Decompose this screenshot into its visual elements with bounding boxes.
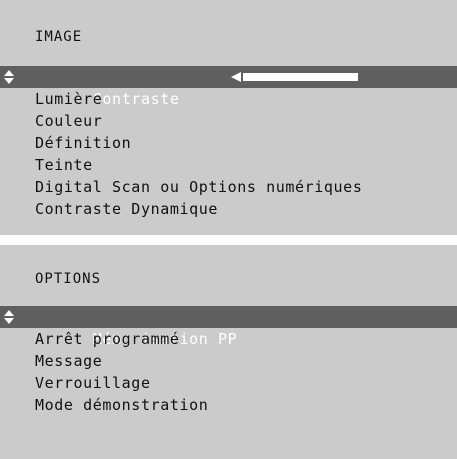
menu-item-label: Définition	[35, 134, 132, 152]
menu-item-definition[interactable]: Définition	[0, 132, 457, 154]
up-down-arrow-icon	[4, 310, 14, 324]
menu-item-lumiere[interactable]: Lumière	[0, 88, 457, 110]
menu-item-label: Mode démonstration	[35, 396, 209, 414]
menu-item-contraste[interactable]: Contraste	[0, 66, 457, 108]
slider-track[interactable]	[243, 73, 358, 81]
menu-item-mode-demonstration[interactable]: Mode démonstration	[0, 394, 457, 416]
slider-fill	[243, 73, 358, 81]
menu-item-label: Arrêt programmé	[35, 330, 180, 348]
menu-item-label: Verrouillage	[35, 374, 151, 392]
up-down-arrow-icon	[4, 70, 14, 84]
menu-item-verrouillage[interactable]: Verrouillage	[0, 372, 457, 394]
image-menu-title: IMAGE	[35, 29, 83, 45]
menu-item-digital-scan[interactable]: Digital Scan ou Options numériques	[0, 176, 457, 198]
menu-item-label: Teinte	[35, 156, 93, 174]
image-menu-panel: IMAGE Contraste Lumière Couleur Définiti…	[0, 0, 457, 235]
menu-item-label: Message	[35, 352, 103, 370]
menu-item-teinte[interactable]: Teinte	[0, 154, 457, 176]
image-menu-list: Contraste Lumière Couleur Définition Tei…	[0, 66, 457, 220]
contrast-slider[interactable]	[231, 70, 361, 84]
menu-item-couleur[interactable]: Couleur	[0, 110, 457, 132]
options-menu-list: Mémorisation PP Arrêt programmé Message …	[0, 306, 457, 416]
options-menu-title: OPTIONS	[35, 271, 102, 287]
menu-item-label: Digital Scan ou Options numériques	[35, 178, 363, 196]
menu-item-label: Couleur	[35, 112, 103, 130]
menu-item-memorisation-pp[interactable]: Mémorisation PP	[0, 306, 457, 348]
menu-item-contraste-dynamique[interactable]: Contraste Dynamique	[0, 198, 457, 220]
options-menu-panel: OPTIONS Mémorisation PP Arrêt programmé …	[0, 245, 457, 459]
menu-item-label: Contraste Dynamique	[35, 200, 218, 218]
menu-item-label: Lumière	[35, 90, 103, 108]
menu-item-arret-programme[interactable]: Arrêt programmé	[0, 328, 457, 350]
left-triangle-icon[interactable]	[231, 72, 241, 82]
menu-item-message[interactable]: Message	[0, 350, 457, 372]
